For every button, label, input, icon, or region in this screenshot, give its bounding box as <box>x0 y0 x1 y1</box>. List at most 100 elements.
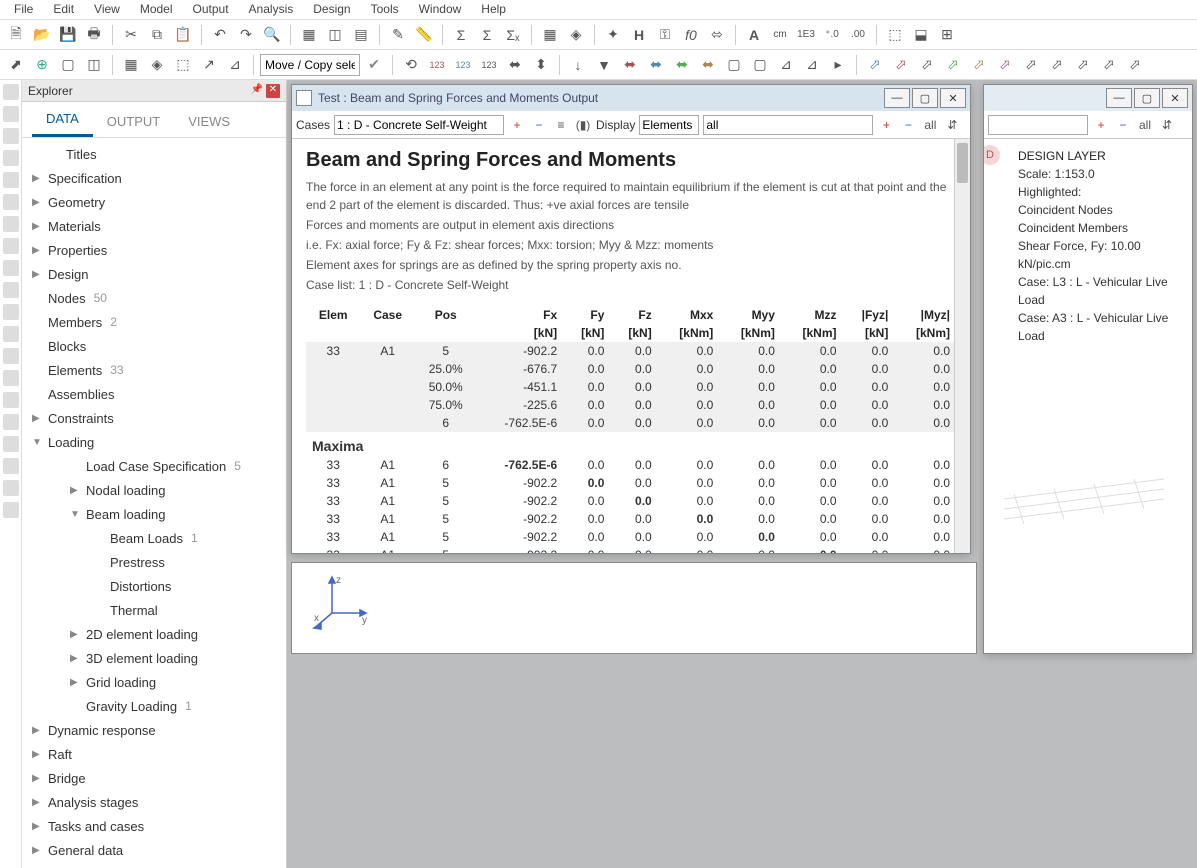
beam-icon[interactable]: ⬌ <box>696 53 720 77</box>
display-select[interactable] <box>639 115 699 135</box>
tree-item-members[interactable]: Members2 <box>22 310 286 334</box>
sigma-x-icon[interactable]: Σₓ <box>501 23 525 47</box>
minimize-button[interactable]: — <box>1106 88 1132 108</box>
ok-icon[interactable]: ✔ <box>362 53 386 77</box>
tool-icon[interactable]: ▢ <box>722 53 746 77</box>
side-icon[interactable] <box>3 260 19 276</box>
open-icon[interactable]: 📂 <box>30 23 54 47</box>
side-icon[interactable] <box>3 304 19 320</box>
side-icon[interactable] <box>3 128 19 144</box>
tree-item-geometry[interactable]: ▶Geometry <box>22 190 286 214</box>
tool-icon[interactable]: ↗ <box>197 53 221 77</box>
menu-file[interactable]: File <box>4 0 43 19</box>
tree-item-analysis-stages[interactable]: ▶Analysis stages <box>22 790 286 814</box>
decimal-dec-icon[interactable]: .00 <box>846 23 870 47</box>
key-icon[interactable]: ⚿ <box>653 23 677 47</box>
minimize-button[interactable]: — <box>884 88 910 108</box>
filter-select[interactable] <box>703 115 873 135</box>
all-button[interactable]: all <box>921 116 939 134</box>
bars-icon[interactable]: ≡ <box>552 116 570 134</box>
tool-icon[interactable]: ▦ <box>538 23 562 47</box>
tool-icon[interactable]: ▤ <box>349 23 373 47</box>
chart-icon[interactable]: ⬓ <box>909 23 933 47</box>
tool-icon[interactable]: ⊿ <box>774 53 798 77</box>
tree-item-raft[interactable]: ▶Raft <box>22 742 286 766</box>
tool-icon[interactable]: ◈ <box>145 53 169 77</box>
side-icon[interactable] <box>3 150 19 166</box>
antenna-icon[interactable]: (▮) <box>574 116 592 134</box>
side-icon[interactable] <box>3 502 19 518</box>
tab-output[interactable]: OUTPUT <box>93 106 174 137</box>
chart-icon[interactable]: ⊞ <box>935 23 959 47</box>
menu-tools[interactable]: Tools <box>361 0 409 19</box>
cursor-icon[interactable]: ⬈ <box>4 53 28 77</box>
tree-item-blocks[interactable]: Blocks <box>22 334 286 358</box>
paste-icon[interactable]: 📋 <box>171 23 195 47</box>
design-select[interactable] <box>988 115 1088 135</box>
side-icon[interactable] <box>3 194 19 210</box>
wand-icon[interactable]: ✎ <box>386 23 410 47</box>
diag-icon[interactable]: ⬀ <box>1123 53 1147 77</box>
new-icon[interactable]: 🗎 <box>4 23 28 47</box>
decimal-inc-icon[interactable]: ⁺.0 <box>820 23 844 47</box>
all-button[interactable]: all <box>1136 116 1154 134</box>
tool-icon[interactable]: ▼ <box>592 53 616 77</box>
scrollbar[interactable] <box>954 139 970 553</box>
side-icon[interactable] <box>3 392 19 408</box>
plus-icon[interactable]: + <box>877 116 895 134</box>
minus-icon[interactable]: − <box>530 116 548 134</box>
close-button[interactable]: ✕ <box>1162 88 1188 108</box>
tool-icon[interactable]: ▢ <box>56 53 80 77</box>
target-icon[interactable]: ⊕ <box>30 53 54 77</box>
side-icon[interactable] <box>3 238 19 254</box>
tree-item-titles[interactable]: Titles <box>22 142 286 166</box>
menu-output[interactable]: Output <box>183 0 239 19</box>
pin-icon[interactable]: 📌 <box>250 84 264 98</box>
ruler-icon[interactable]: 📏 <box>412 23 436 47</box>
diag-icon[interactable]: ⬀ <box>1045 53 1069 77</box>
tree-item-nodal-loading[interactable]: ▶Nodal loading <box>22 478 286 502</box>
unit-cm-icon[interactable]: cm <box>768 23 792 47</box>
beam-icon[interactable]: ⬌ <box>644 53 668 77</box>
side-icon[interactable] <box>3 370 19 386</box>
tree-item-materials[interactable]: ▶Materials <box>22 214 286 238</box>
side-icon[interactable] <box>3 458 19 474</box>
diag-icon[interactable]: ⬀ <box>1019 53 1043 77</box>
sigma-icon[interactable]: Σ <box>475 23 499 47</box>
tool-icon[interactable]: ◫ <box>323 23 347 47</box>
tool-icon[interactable]: ◈ <box>564 23 588 47</box>
beam-icon[interactable]: ⬌ <box>618 53 642 77</box>
sigma-icon[interactable]: Σ <box>449 23 473 47</box>
tree-item-specification[interactable]: ▶Specification <box>22 166 286 190</box>
redo-icon[interactable]: ↷ <box>234 23 258 47</box>
menu-help[interactable]: Help <box>471 0 516 19</box>
tree-item-2d-element-loading[interactable]: ▶2D element loading <box>22 622 286 646</box>
tool-icon[interactable]: ▸ <box>826 53 850 77</box>
num-icon[interactable]: 123 <box>425 53 449 77</box>
tree-item-3d-element-loading[interactable]: ▶3D element loading <box>22 646 286 670</box>
find-icon[interactable]: 🔍 <box>260 23 284 47</box>
side-icon[interactable] <box>3 106 19 122</box>
tool-icon[interactable]: ⬌ <box>503 53 527 77</box>
side-icon[interactable] <box>3 84 19 100</box>
menu-model[interactable]: Model <box>130 0 183 19</box>
fx-icon[interactable]: f0 <box>679 23 703 47</box>
side-icon[interactable] <box>3 216 19 232</box>
tool-icon[interactable]: ⬍ <box>529 53 553 77</box>
tool-icon[interactable]: ⬚ <box>171 53 195 77</box>
tree-item-prestress[interactable]: Prestress <box>22 550 286 574</box>
chart-icon[interactable]: ⬚ <box>883 23 907 47</box>
tree-item-constraints[interactable]: ▶Constraints <box>22 406 286 430</box>
undo-icon[interactable]: ↶ <box>208 23 232 47</box>
print-icon[interactable]: 🖶 <box>82 23 106 47</box>
side-icon[interactable] <box>3 172 19 188</box>
maximize-button[interactable]: ▢ <box>1134 88 1160 108</box>
h-icon[interactable]: H <box>627 23 651 47</box>
tree-item-elements[interactable]: Elements33 <box>22 358 286 382</box>
diag-icon[interactable]: ⬀ <box>993 53 1017 77</box>
diag-icon[interactable]: ⬀ <box>1097 53 1121 77</box>
output-titlebar[interactable]: Test : Beam and Spring Forces and Moment… <box>292 85 970 111</box>
tab-views[interactable]: VIEWS <box>174 106 244 137</box>
minus-icon[interactable]: − <box>1114 116 1132 134</box>
tree-item-load-case-specification[interactable]: Load Case Specification5 <box>22 454 286 478</box>
